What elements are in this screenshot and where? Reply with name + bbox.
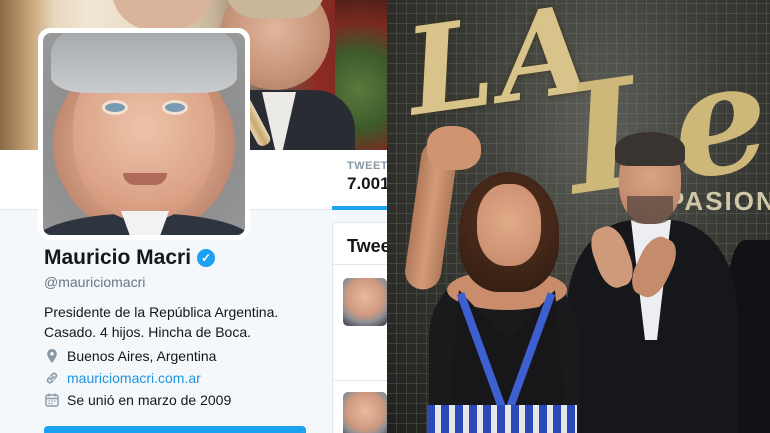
header-person-left: [112, 0, 212, 30]
man-hair: [615, 132, 685, 166]
avatar-eye-right: [165, 103, 185, 112]
location-pin-icon: [47, 349, 57, 363]
profile-avatar[interactable]: [38, 28, 250, 240]
bio-line: Presidente de la República Argentina.: [44, 304, 279, 320]
link-icon: [46, 372, 58, 384]
woman-skirt: [427, 405, 577, 433]
calendar-icon: [45, 393, 59, 407]
avatar-eye-left: [105, 103, 125, 112]
follow-button[interactable]: [44, 426, 306, 433]
verified-badge-icon: ✓: [197, 249, 216, 267]
profile-card: Mauricio Macri ✓ @mauriciomacri Presiden…: [44, 246, 344, 408]
avatar-photo: [43, 33, 245, 235]
location-row: Buenos Aires, Argentina: [44, 348, 344, 364]
woman-face: [477, 184, 541, 266]
tab-tweets[interactable]: TWEET 7.001: [347, 160, 387, 194]
twitter-profile-screenshot: TWEET 7.001 Twee Mauricio Macri ✓ @mauri…: [0, 0, 387, 433]
timeline-title: Twee: [347, 236, 387, 256]
bio-line: Casado. 4 hijos. Hincha de Boca.: [44, 324, 252, 340]
tweet-avatar[interactable]: [343, 278, 387, 326]
avatar-mouth: [123, 173, 167, 185]
avatar-hair: [51, 33, 237, 93]
tweets-count: 7.001: [347, 174, 387, 193]
joined-row: Se unió en marzo de 2009: [44, 392, 344, 408]
woman-hand: [427, 126, 481, 170]
profile-bio: Presidente de la República Argentina. Ca…: [44, 302, 344, 342]
man-beard: [627, 196, 673, 224]
stage-photo: LA Le PASION, E: [387, 0, 770, 433]
joined-text: Se unió en marzo de 2009: [67, 392, 232, 408]
tweet-avatar[interactable]: [343, 392, 387, 433]
tweets-tab-label: TWEET: [347, 160, 387, 172]
profile-handle[interactable]: @mauriciomacri: [44, 274, 344, 290]
website-link[interactable]: mauriciomacri.com.ar: [67, 370, 201, 386]
name-row: Mauricio Macri ✓: [44, 246, 344, 270]
profile-name[interactable]: Mauricio Macri: [44, 246, 191, 270]
active-tab-indicator: [332, 206, 387, 210]
location-text: Buenos Aires, Argentina: [67, 348, 217, 364]
website-row: mauriciomacri.com.ar: [44, 370, 344, 386]
